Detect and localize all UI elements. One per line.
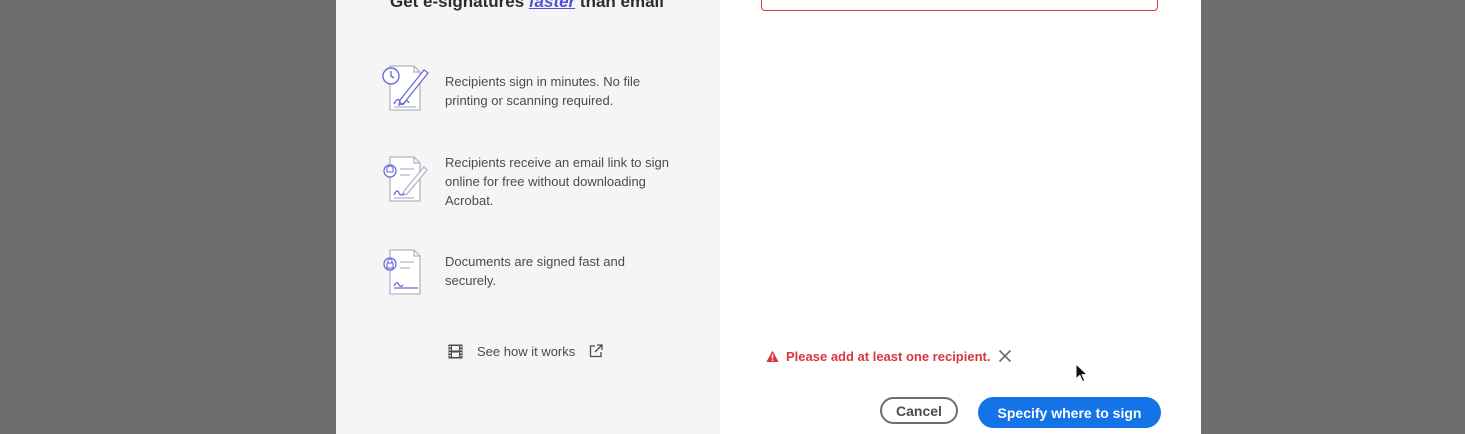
see-how-it-works-link[interactable]: See how it works xyxy=(448,341,603,361)
headline-text-end: than email xyxy=(575,0,664,11)
info-panel: Get e-signatures faster than email Recip… xyxy=(336,0,720,434)
recipient-error-banner: Please add at least one recipient. xyxy=(766,346,1012,366)
headline-emphasis: faster xyxy=(528,0,576,11)
panel-headline: Get e-signatures faster than email xyxy=(390,0,664,13)
see-how-label[interactable]: See how it works xyxy=(477,344,575,359)
specify-where-to-sign-button[interactable]: Specify where to sign xyxy=(978,397,1161,428)
close-icon[interactable] xyxy=(998,349,1012,363)
sign-document-clock-icon xyxy=(382,65,429,111)
mouse-pointer-icon xyxy=(1075,363,1089,383)
film-icon xyxy=(448,344,463,358)
feature-text: Documents are signed fast and securely. xyxy=(445,254,625,288)
recipients-panel: Please add at least one recipient. xyxy=(720,0,1201,434)
email-document-pen-icon xyxy=(383,156,428,202)
feature-text: Recipients receive an email link to sign… xyxy=(445,155,669,208)
feature-text: Recipients sign in minutes. No file prin… xyxy=(445,74,641,108)
secure-document-lock-icon xyxy=(383,249,421,295)
recipient-email-field[interactable] xyxy=(761,0,1158,11)
external-link-icon[interactable] xyxy=(589,344,603,358)
warning-icon xyxy=(766,350,779,362)
cancel-button[interactable]: Cancel xyxy=(880,397,958,424)
headline-text-start: Get e-signatures xyxy=(390,0,529,11)
error-message: Please add at least one recipient. xyxy=(786,348,991,364)
send-for-signature-dialog: Get e-signatures faster than email Recip… xyxy=(336,0,1201,434)
